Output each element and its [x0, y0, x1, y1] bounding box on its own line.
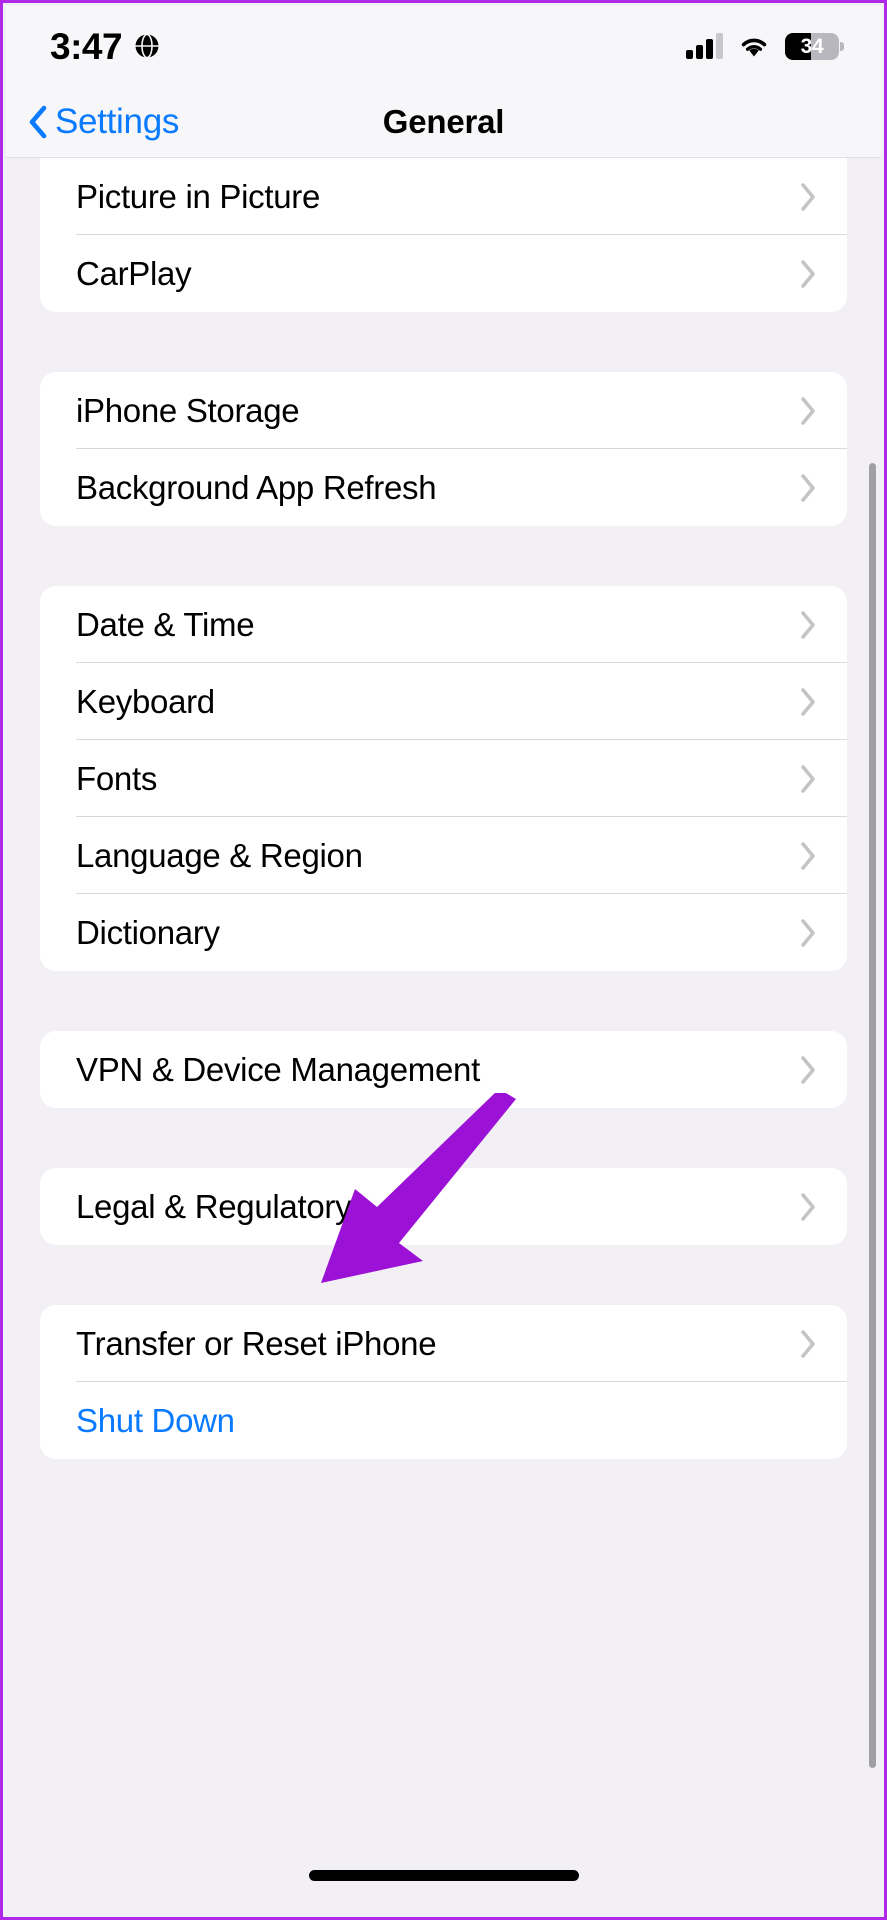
chevron-right-icon [800, 182, 817, 212]
settings-row-carplay[interactable]: CarPlay [40, 235, 847, 312]
battery-percent-label: 34 [800, 34, 824, 58]
status-bar: 3:47 34 [6, 6, 881, 86]
cellular-signal-icon [686, 33, 723, 59]
group-legal: Legal & Regulatory [40, 1168, 847, 1245]
settings-row-shut-down[interactable]: Shut Down [40, 1382, 847, 1459]
chevron-right-icon [800, 1192, 817, 1222]
group-reset: Transfer or Reset iPhone Shut Down [40, 1305, 847, 1459]
group-locale: Date & Time Keyboard Fonts Language & Regio… [40, 586, 847, 971]
settings-groups: Picture in Picture CarPlay iPhone Storage B… [6, 158, 881, 1459]
settings-row-legal-and-regulatory[interactable]: Legal & Regulatory [40, 1168, 847, 1245]
settings-row-fonts[interactable]: Fonts [40, 740, 847, 817]
settings-row-vpn-and-device-management[interactable]: VPN & Device Management [40, 1031, 847, 1108]
chevron-right-icon [800, 687, 817, 717]
settings-row-background-app-refresh[interactable]: Background App Refresh [40, 449, 847, 526]
status-bar-right: 34 [686, 32, 844, 60]
chevron-right-icon [800, 259, 817, 289]
wifi-icon [737, 33, 771, 59]
settings-row-transfer-or-reset-iphone[interactable]: Transfer or Reset iPhone [40, 1305, 847, 1382]
settings-row-label: Legal & Regulatory [76, 1188, 352, 1225]
settings-row-iphone-storage[interactable]: iPhone Storage [40, 372, 847, 449]
scrollbar-thumb[interactable] [869, 463, 876, 1768]
settings-row-dictionary[interactable]: Dictionary [40, 894, 847, 971]
group-media: Picture in Picture CarPlay [40, 158, 847, 312]
settings-row-label: Transfer or Reset iPhone [76, 1325, 437, 1362]
vertical-scrollbar[interactable] [869, 433, 876, 1887]
navigation-bar: Settings General [6, 86, 881, 158]
settings-row-label: CarPlay [76, 255, 192, 292]
chevron-right-icon [800, 396, 817, 426]
settings-row-label: iPhone Storage [76, 392, 300, 429]
chevron-right-icon [800, 764, 817, 794]
settings-scroll-view[interactable]: Picture in Picture CarPlay iPhone Storage B… [6, 158, 881, 1914]
chevron-right-icon [800, 473, 817, 503]
settings-row-label: Keyboard [76, 683, 215, 720]
status-bar-clock: 3:47 [50, 25, 123, 67]
group-storage: iPhone Storage Background App Refresh [40, 372, 847, 526]
settings-row-label: Shut Down [76, 1402, 235, 1439]
settings-row-label: Language & Region [76, 837, 363, 874]
page-title: General [382, 102, 505, 140]
home-indicator [308, 1870, 579, 1881]
chevron-right-icon [800, 610, 817, 640]
chevron-right-icon [800, 841, 817, 871]
battery-icon: 34 [785, 32, 844, 60]
phone-screen: 3:47 34 Settings General Picture in Pict… [0, 0, 887, 1920]
settings-row-label: Background App Refresh [76, 469, 437, 506]
settings-row-date-and-time[interactable]: Date & Time [40, 586, 847, 663]
status-bar-left: 3:47 [50, 28, 160, 65]
settings-row-label: Dictionary [76, 914, 220, 951]
settings-row-label: VPN & Device Management [76, 1051, 480, 1088]
chevron-right-icon [800, 1329, 817, 1359]
chevron-right-icon [800, 918, 817, 948]
globe-icon [134, 33, 160, 59]
settings-row-label: Picture in Picture [76, 178, 321, 215]
group-vpn: VPN & Device Management [40, 1031, 847, 1108]
settings-row-picture-in-picture[interactable]: Picture in Picture [40, 158, 847, 235]
settings-row-language-and-region[interactable]: Language & Region [40, 817, 847, 894]
settings-row-keyboard[interactable]: Keyboard [40, 663, 847, 740]
chevron-right-icon [800, 1055, 817, 1085]
settings-row-label: Date & Time [76, 606, 255, 643]
settings-row-label: Fonts [76, 760, 158, 797]
